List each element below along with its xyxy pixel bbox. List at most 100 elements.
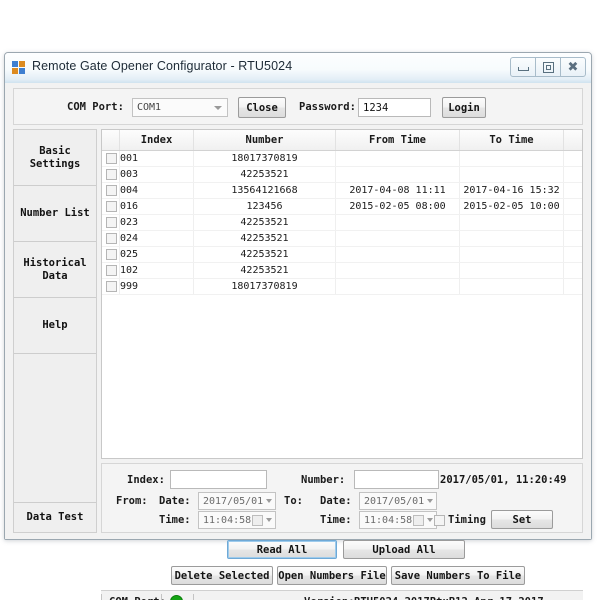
- password-input[interactable]: 1234: [358, 98, 431, 117]
- table-row[interactable]: 004 13564121668 2017-04-08 11:11 2017-04-16…: [102, 183, 582, 199]
- chevron-down-icon: [427, 499, 433, 503]
- sidebar-item-number-list[interactable]: Number List: [14, 186, 96, 242]
- checkbox-icon[interactable]: [106, 249, 117, 260]
- login-button[interactable]: Login: [442, 97, 486, 118]
- cell-spacer: [564, 151, 582, 166]
- cell-from-time: [336, 279, 460, 294]
- cell-number: 13564121668: [194, 183, 336, 198]
- table-header-from-time[interactable]: From Time: [336, 130, 460, 150]
- table-row[interactable]: 003 42253521: [102, 167, 582, 183]
- current-timestamp: 2017/05/01, 11:20:49: [440, 474, 567, 486]
- delete-selected-button[interactable]: Delete Selected: [171, 566, 273, 585]
- from-date-value: 2017/05/01: [203, 496, 264, 507]
- table-row[interactable]: 999 18017370819: [102, 279, 582, 295]
- cell-number: 42253521: [194, 263, 336, 278]
- cell-index: 023: [120, 215, 194, 230]
- cell-from-time: [336, 167, 460, 182]
- checkbox-icon[interactable]: [106, 201, 117, 212]
- to-time-label: Time:: [320, 514, 352, 526]
- checkbox-icon[interactable]: [106, 281, 117, 292]
- checkbox-icon[interactable]: [106, 265, 117, 276]
- spinner-icon[interactable]: [252, 515, 263, 526]
- cell-index: 999: [120, 279, 194, 294]
- checkbox-icon[interactable]: [106, 185, 117, 196]
- cell-index: 024: [120, 231, 194, 246]
- sidebar-item-basic-settings[interactable]: Basic Settings: [14, 130, 96, 186]
- table-header-index[interactable]: Index: [120, 130, 194, 150]
- window-controls: ✖: [510, 57, 586, 77]
- cell-spacer: [564, 215, 582, 230]
- com-port-value: COM1: [137, 102, 162, 113]
- index-input[interactable]: [170, 470, 267, 489]
- checkbox-icon[interactable]: [106, 217, 117, 228]
- table-header-to-time[interactable]: To Time: [460, 130, 564, 150]
- sidebar-item-historical-data[interactable]: Historical Data: [14, 242, 96, 298]
- checkbox-icon[interactable]: [106, 169, 117, 180]
- cell-to-time: [460, 151, 564, 166]
- set-button[interactable]: Set: [491, 510, 553, 529]
- table-row[interactable]: 102 42253521: [102, 263, 582, 279]
- numbers-table: Index Number From Time To Time 001 180173…: [101, 129, 583, 459]
- sidebar-item-help[interactable]: Help: [14, 298, 96, 354]
- com-port-select[interactable]: COM1: [132, 98, 228, 117]
- minimize-icon[interactable]: [510, 57, 536, 77]
- row-select-checkbox[interactable]: [102, 231, 120, 246]
- cell-to-time: [460, 247, 564, 262]
- row-select-checkbox[interactable]: [102, 167, 120, 182]
- upload-all-button[interactable]: Upload All: [343, 540, 465, 559]
- cell-spacer: [564, 263, 582, 278]
- version-label: Version:: [304, 596, 355, 600]
- cell-to-time: [460, 231, 564, 246]
- row-select-checkbox[interactable]: [102, 263, 120, 278]
- connection-status-indicator: [170, 595, 183, 600]
- table-row[interactable]: 001 18017370819: [102, 151, 582, 167]
- row-select-checkbox[interactable]: [102, 247, 120, 262]
- sidebar-item-data-test[interactable]: Data Test: [14, 502, 96, 532]
- table-row[interactable]: 023 42253521: [102, 215, 582, 231]
- row-select-checkbox[interactable]: [102, 151, 120, 166]
- cell-to-time: [460, 263, 564, 278]
- row-select-checkbox[interactable]: [102, 183, 120, 198]
- chevron-down-icon: [214, 106, 222, 110]
- cell-spacer: [564, 279, 582, 294]
- spinner-icon[interactable]: [413, 515, 424, 526]
- screen: Remote Gate Opener Configurator - RTU502…: [0, 0, 600, 600]
- from-time-picker[interactable]: 11:04:58: [198, 511, 276, 529]
- save-numbers-to-file-button[interactable]: Save Numbers To File: [391, 566, 525, 585]
- cell-number: 42253521: [194, 247, 336, 262]
- to-date-value: 2017/05/01: [364, 496, 425, 507]
- cell-number: 18017370819: [194, 279, 336, 294]
- row-select-checkbox[interactable]: [102, 199, 120, 214]
- from-date-picker[interactable]: 2017/05/01: [198, 492, 276, 510]
- timing-checkbox[interactable]: [434, 515, 445, 526]
- cell-number: 123456: [194, 199, 336, 214]
- close-icon[interactable]: ✖: [560, 57, 586, 77]
- table-row[interactable]: 016 123456 2015-02-05 08:00 2015-02-05 10:0…: [102, 199, 582, 215]
- table-header-row: Index Number From Time To Time: [102, 130, 582, 151]
- table-row[interactable]: 024 42253521: [102, 231, 582, 247]
- table-header-select[interactable]: [102, 130, 120, 150]
- to-date-picker[interactable]: 2017/05/01: [359, 492, 437, 510]
- checkbox-icon[interactable]: [106, 153, 117, 164]
- chevron-down-icon: [266, 518, 272, 522]
- checkbox-icon[interactable]: [106, 233, 117, 244]
- cell-spacer: [564, 183, 582, 198]
- number-input[interactable]: [354, 470, 439, 489]
- title-bar: Remote Gate Opener Configurator - RTU502…: [5, 53, 591, 84]
- cell-spacer: [564, 231, 582, 246]
- table-header-number[interactable]: Number: [194, 130, 336, 150]
- row-select-checkbox[interactable]: [102, 215, 120, 230]
- row-select-checkbox[interactable]: [102, 279, 120, 294]
- cell-from-time: [336, 247, 460, 262]
- cell-index: 016: [120, 199, 194, 214]
- cell-from-time: [336, 151, 460, 166]
- cell-to-time: 2015-02-05 10:00: [460, 199, 564, 214]
- table-row[interactable]: 025 42253521: [102, 247, 582, 263]
- read-all-button[interactable]: Read All: [227, 540, 337, 559]
- table-body: 001 18017370819 003 42253521 004 13564121668 2…: [102, 151, 582, 295]
- open-numbers-file-button[interactable]: Open Numbers File: [277, 566, 387, 585]
- maximize-icon[interactable]: [535, 57, 561, 77]
- close-connection-button[interactable]: Close: [238, 97, 286, 118]
- to-time-picker[interactable]: 11:04:58: [359, 511, 437, 529]
- index-label: Index:: [127, 474, 165, 486]
